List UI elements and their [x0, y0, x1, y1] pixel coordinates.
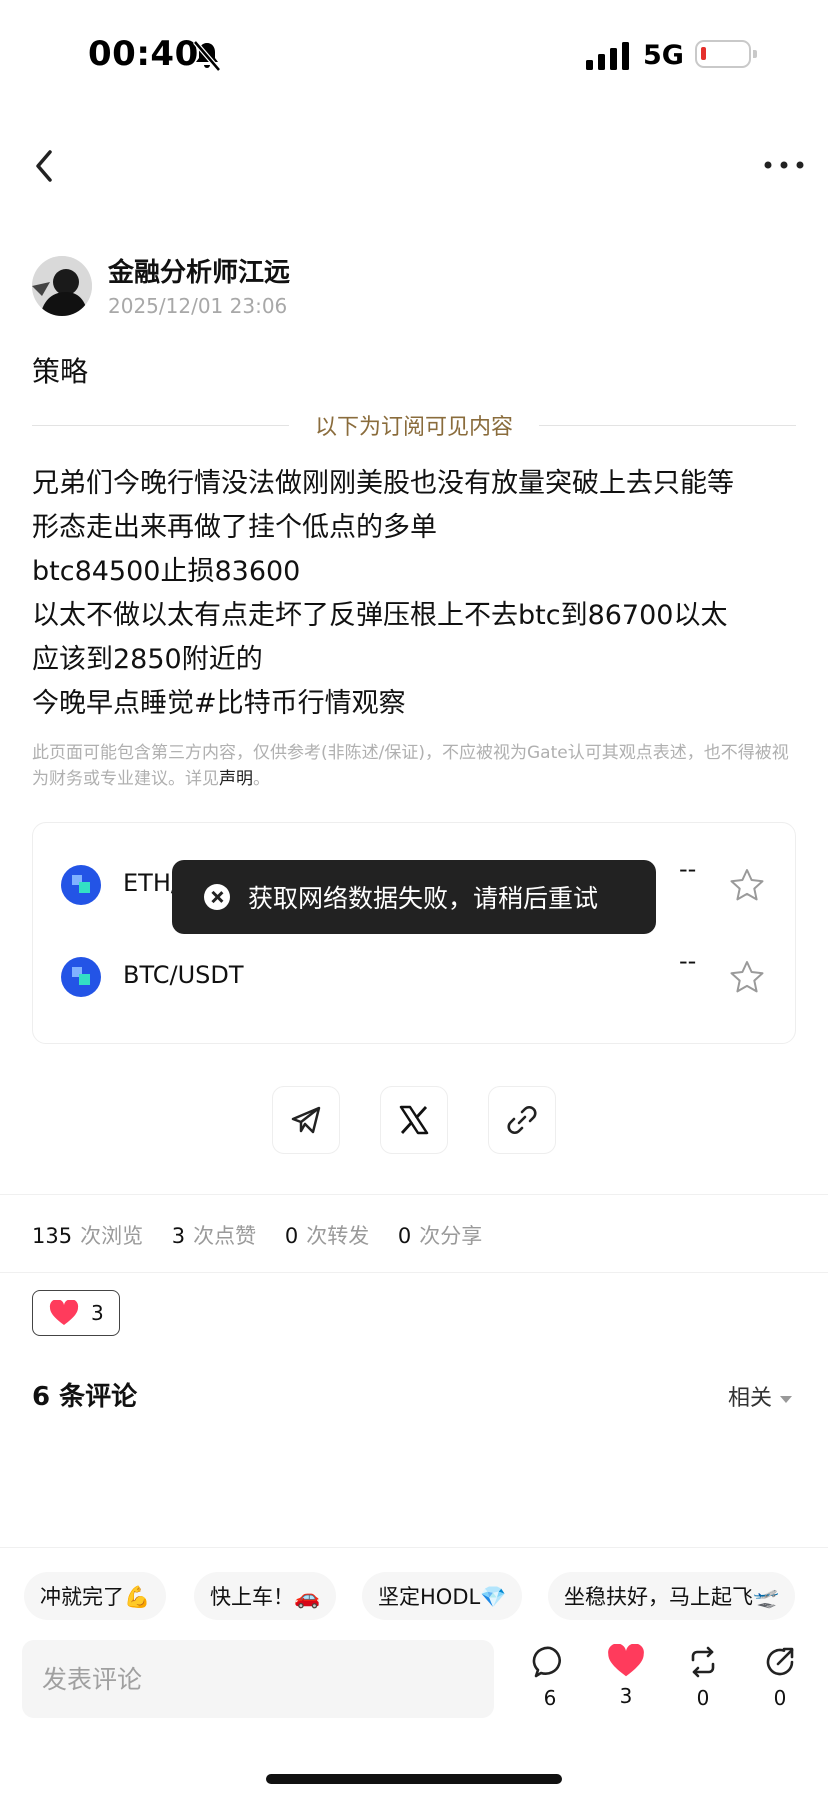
pair-name: ETH/ — [123, 869, 179, 897]
copy-link-button[interactable] — [488, 1086, 556, 1154]
comment-icon — [532, 1646, 561, 1678]
quick-reply-chip[interactable]: 坚定HODL💎 — [362, 1572, 523, 1620]
disclaimer-text: 此页面可能包含第三方内容，仅供参考(非陈述/保证)，不应被视为Gate认可其观点… — [32, 743, 789, 789]
comment-sort-dropdown[interactable]: 相关 — [728, 1380, 793, 1412]
toast-message: 获取网络数据失败，请稍后重试 — [248, 884, 599, 913]
network-type: 5G — [643, 40, 684, 71]
sort-label: 相关 — [728, 1386, 773, 1411]
error-close-icon — [204, 884, 230, 910]
coin-icon — [61, 957, 101, 997]
share-telegram-button[interactable] — [272, 1086, 340, 1154]
disclaimer: 此页面可能包含第三方内容，仅供参考(非陈述/保证)，不应被视为Gate认可其观点… — [32, 740, 792, 792]
quick-reply-chip[interactable]: 冲就完了💪 — [24, 1572, 167, 1620]
quick-reply-chip[interactable]: 坐稳扶好，马上起飞🛫 — [548, 1572, 796, 1620]
author-name[interactable]: 金融分析师江远 — [108, 252, 290, 289]
caret-down-icon — [780, 1395, 793, 1403]
comments-title: 6 条评论 — [32, 1382, 138, 1412]
stat-value: 0 — [397, 1224, 412, 1248]
comment-input[interactable] — [22, 1640, 494, 1718]
status-time: 00:40 — [88, 34, 199, 74]
share-icon — [766, 1647, 794, 1676]
like-count: 3 — [619, 1684, 633, 1708]
stat-label: 次分享 — [419, 1224, 483, 1248]
star-icon[interactable] — [729, 867, 765, 903]
stat-label: 次浏览 — [80, 1224, 144, 1248]
repost-action[interactable]: 0 — [675, 1644, 731, 1710]
post-body-line: 兄弟们今晚行情没法做刚刚美股也没有放量突破上去只能等 — [32, 468, 734, 499]
post-body-line: btc84500止损83600 — [32, 556, 301, 587]
comment-action[interactable]: 6 — [522, 1644, 578, 1710]
divider — [0, 1194, 828, 1195]
telegram-icon — [291, 1106, 321, 1134]
x-icon — [399, 1105, 429, 1135]
subscription-divider-label: 以下为订阅可见内容 — [315, 415, 514, 440]
heart-icon — [608, 1644, 644, 1677]
signal-icon — [586, 42, 629, 70]
avatar-image — [32, 256, 92, 316]
repost-count: 0 — [696, 1686, 710, 1710]
repost-icon — [691, 1646, 715, 1678]
share-count: 0 — [773, 1686, 787, 1710]
coin-icon — [61, 865, 101, 905]
post-body-line: 以太不做以太有点走坏了反弹压根上不去btc到86700以太 — [32, 600, 728, 631]
bell-muted-icon — [193, 40, 221, 72]
disclaimer-link[interactable]: 声明 — [219, 769, 253, 789]
post-body-line: 应该到2850附近的 — [32, 644, 263, 675]
disclaimer-end: 。 — [253, 769, 270, 789]
battery-icon — [695, 40, 757, 68]
post-body-line: 今晚早点睡觉#比特币行情观察 — [32, 688, 406, 719]
pair-price: -- — [679, 855, 697, 883]
quick-reply-chip[interactable]: 快上车！🚗 — [194, 1572, 337, 1620]
share-x-button[interactable] — [380, 1086, 448, 1154]
bottom-comment-bar: 冲就完了💪 快上车！🚗 坚定HODL💎 坐稳扶好，马上起飞🛫 6 3 0 0 — [0, 1547, 828, 1795]
post-timestamp: 2025/12/01 23:06 — [108, 294, 288, 318]
star-icon[interactable] — [729, 959, 765, 995]
post-title: 策略 — [32, 355, 89, 388]
share-action[interactable]: 0 — [752, 1644, 808, 1710]
pair-name: BTC/USDT — [123, 961, 244, 989]
heart-reaction-chip[interactable]: 3 — [32, 1290, 120, 1336]
pair-price: -- — [679, 947, 697, 975]
comment-count: 6 — [543, 1686, 557, 1710]
post-body-line: 形态走出来再做了挂个低点的多单 — [32, 512, 437, 543]
market-pair-row[interactable]: BTC/USDT -- — [61, 947, 769, 1007]
heart-icon — [49, 1300, 79, 1325]
subscription-divider: 以下为订阅可见内容 — [32, 410, 797, 440]
like-action[interactable]: 3 — [598, 1644, 654, 1708]
divider — [0, 1272, 828, 1273]
engagement-stats: 135 次浏览 3 次点赞 0 次转发 0 次分享 — [32, 1220, 504, 1250]
stat-value: 135 — [32, 1224, 73, 1248]
stat-value: 3 — [171, 1224, 186, 1248]
post-body: 兄弟们今晚行情没法做刚刚美股也没有放量突破上去只能等 形态走出来再做了挂个低点的… — [32, 462, 802, 726]
home-indicator — [266, 1774, 562, 1784]
stat-value: 0 — [284, 1224, 299, 1248]
error-toast: 获取网络数据失败，请稍后重试 — [172, 860, 656, 934]
link-icon — [507, 1106, 537, 1134]
more-options-icon[interactable] — [762, 150, 806, 180]
avatar[interactable] — [32, 256, 92, 316]
stat-label: 次转发 — [306, 1224, 370, 1248]
reaction-count: 3 — [91, 1301, 104, 1325]
back-arrow-icon[interactable] — [26, 144, 66, 188]
stat-label: 次点赞 — [193, 1224, 257, 1248]
